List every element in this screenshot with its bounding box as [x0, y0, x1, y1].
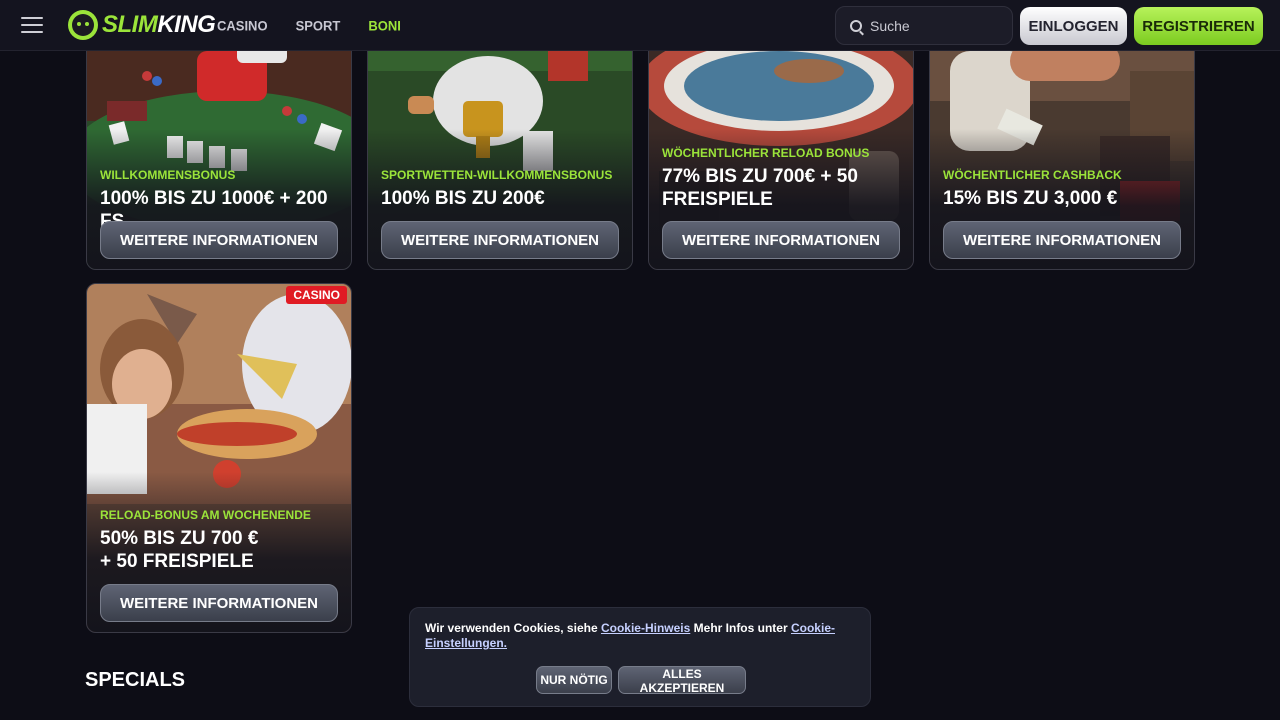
- necessary-only-button[interactable]: NUR NÖTIG: [536, 666, 612, 694]
- section-title-specials: SPECIALS: [85, 669, 186, 691]
- card-title: 50% BIS ZU 700 € + 50 FREISPIELE: [100, 528, 259, 572]
- more-info-button[interactable]: WEITERE INFORMATIONEN: [100, 584, 338, 622]
- card-title: 100% BIS ZU 200€: [381, 188, 545, 209]
- category-badge: CASINO: [286, 286, 347, 304]
- top-navigation-bar: SLIMKING CASINO SPORT BONI EINLOGGEN REG…: [0, 0, 1280, 51]
- bonus-card-sports: SPORTWETTEN-WILLKOMMENSBONUS 100% BIS ZU…: [367, 40, 633, 270]
- nav-sport[interactable]: SPORT: [296, 17, 341, 33]
- search-box[interactable]: [835, 6, 1013, 45]
- card-title: 77% BIS ZU 700€ + 50 FREISPIELE: [662, 166, 858, 210]
- cookie-banner: Wir verwenden Cookies, siehe Cookie-Hinw…: [409, 607, 871, 707]
- card-title: 15% BIS ZU 3,000 €: [943, 188, 1118, 209]
- card-label: WÖCHENTLICHER RELOAD BONUS: [662, 146, 870, 160]
- more-info-button[interactable]: WEITERE INFORMATIONEN: [381, 221, 619, 259]
- card-label: WÖCHENTLICHER CASHBACK: [943, 168, 1122, 182]
- card-label: SPORTWETTEN-WILLKOMMENSBONUS: [381, 168, 613, 182]
- accept-all-button[interactable]: ALLES AKZEPTIEREN: [618, 666, 746, 695]
- card-label: RELOAD-BONUS AM WOCHENENDE: [100, 508, 311, 522]
- more-info-button[interactable]: WEITERE INFORMATIONEN: [100, 221, 338, 259]
- nav-boni[interactable]: BONI: [368, 17, 401, 33]
- register-button[interactable]: REGISTRIEREN: [1134, 7, 1263, 45]
- logo-text: SLIMKING: [102, 11, 216, 38]
- bonus-card-reload: WÖCHENTLICHER RELOAD BONUS 77% BIS ZU 70…: [648, 40, 914, 270]
- nav-casino[interactable]: CASINO: [217, 17, 268, 33]
- logo-mascot-icon: [68, 10, 98, 40]
- more-info-button[interactable]: WEITERE INFORMATIONEN: [943, 221, 1181, 259]
- login-button[interactable]: EINLOGGEN: [1020, 7, 1127, 45]
- more-info-button[interactable]: WEITERE INFORMATIONEN: [662, 221, 900, 259]
- site-logo[interactable]: SLIMKING: [68, 10, 216, 40]
- search-input[interactable]: [870, 17, 1000, 34]
- main-nav: CASINO SPORT BONI: [217, 0, 401, 51]
- bonus-card-cashback: WÖCHENTLICHER CASHBACK 15% BIS ZU 3,000 …: [929, 40, 1195, 270]
- cookie-notice-link[interactable]: Cookie-Hinweis: [601, 621, 690, 635]
- bonus-card-welcome: WILLKOMMENSBONUS 100% BIS ZU 1000€ + 200…: [86, 40, 352, 270]
- bonus-card-weekend-reload: CASINO RELOAD-BONUS AM WOCHENENDE 50% BI…: [86, 283, 352, 633]
- cookie-text: Wir verwenden Cookies, siehe Cookie-Hinw…: [425, 621, 835, 650]
- search-icon: [850, 19, 862, 32]
- card-label: WILLKOMMENSBONUS: [100, 168, 236, 182]
- menu-icon[interactable]: [21, 17, 43, 33]
